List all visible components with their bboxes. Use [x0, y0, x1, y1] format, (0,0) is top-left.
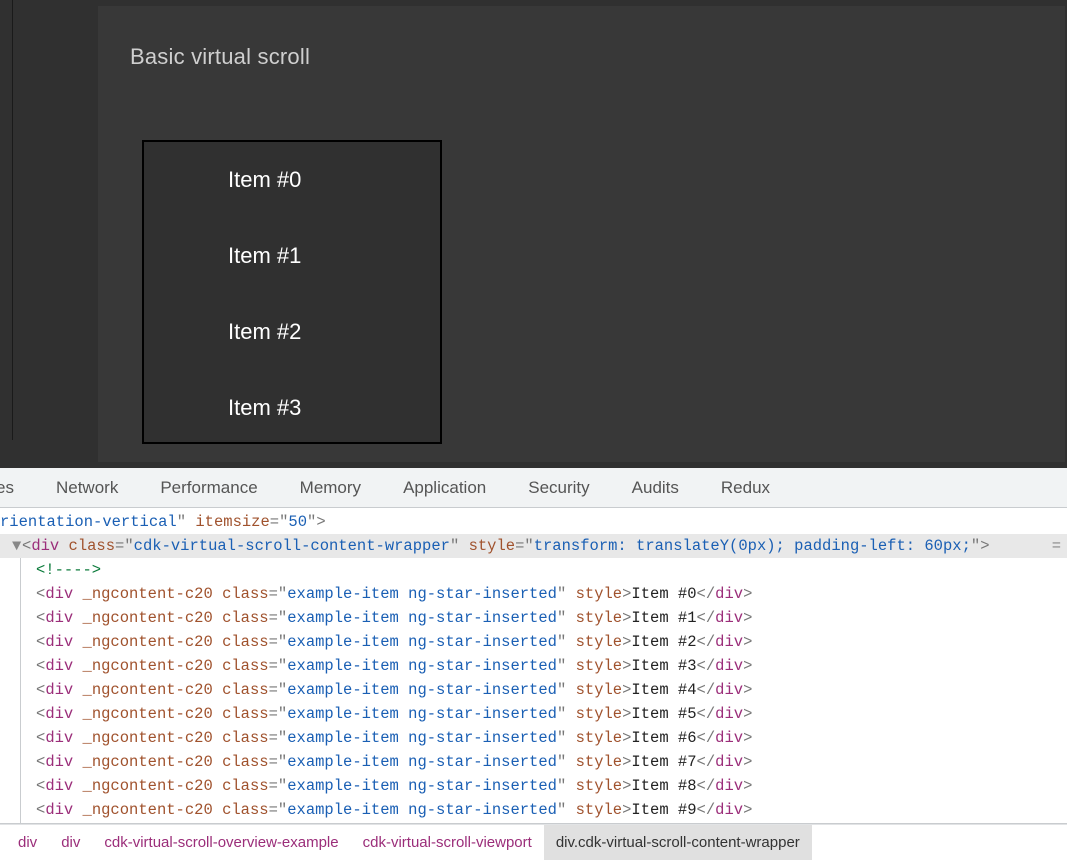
tab-network[interactable]: Network — [56, 478, 118, 498]
code-line-item[interactable]: <div _ngcontent-c20 class="example-item … — [0, 702, 1067, 726]
virtual-scroll-viewport[interactable]: Item #0 Item #1 Item #2 Item #3 — [142, 140, 442, 444]
list-item: Item #3 — [204, 370, 440, 444]
breadcrumb-item[interactable]: cdk-virtual-scroll-overview-example — [92, 825, 350, 860]
app-region: Basic virtual scroll Item #0 Item #1 Ite… — [0, 0, 1067, 468]
devtools-tabs: es Network Performance Memory Applicatio… — [0, 468, 1067, 508]
code-line-item[interactable]: <div _ngcontent-c20 class="example-item … — [0, 726, 1067, 750]
breadcrumb: div div cdk-virtual-scroll-overview-exam… — [0, 824, 1067, 860]
code-line-item[interactable]: <div _ngcontent-c20 class="example-item … — [0, 774, 1067, 798]
tab-redux[interactable]: Redux — [721, 478, 770, 498]
elements-panel[interactable]: rientation-vertical" itemsize="50">▼<div… — [0, 508, 1067, 824]
code-line-item[interactable]: <div _ngcontent-c20 class="example-item … — [0, 582, 1067, 606]
tab-performance[interactable]: Performance — [160, 478, 257, 498]
list-item: Item #2 — [204, 294, 440, 370]
breadcrumb-item[interactable]: div — [49, 825, 92, 860]
code-line-item[interactable]: <div _ngcontent-c20 class="example-item … — [0, 798, 1067, 822]
code-line-item[interactable]: <div _ngcontent-c20 class="example-item … — [0, 654, 1067, 678]
code-line-item[interactable]: <div _ngcontent-c20 class="example-item … — [0, 678, 1067, 702]
breadcrumb-item[interactable]: div — [6, 825, 49, 860]
code-line-item[interactable]: <div _ngcontent-c20 class="example-item … — [0, 606, 1067, 630]
code-line-item[interactable]: <div _ngcontent-c20 class="example-item … — [0, 750, 1067, 774]
list-item: Item #0 — [204, 142, 440, 218]
tab-sources-cut[interactable]: es — [0, 478, 14, 498]
code-line-comment[interactable]: <!----> — [0, 558, 1067, 582]
breadcrumb-item-selected[interactable]: div.cdk-virtual-scroll-content-wrapper — [544, 825, 812, 860]
list-item: Item #1 — [204, 218, 440, 294]
tree-guide — [20, 536, 21, 823]
tab-security[interactable]: Security — [528, 478, 589, 498]
tab-application[interactable]: Application — [403, 478, 486, 498]
code-line-viewport[interactable]: rientation-vertical" itemsize="50"> — [0, 510, 1067, 534]
virtual-scroll-content: Item #0 Item #1 Item #2 Item #3 — [144, 142, 440, 444]
tab-memory[interactable]: Memory — [300, 478, 361, 498]
code-line-wrapper[interactable]: ▼<div class="cdk-virtual-scroll-content-… — [0, 534, 1067, 558]
app-card: Basic virtual scroll Item #0 Item #1 Ite… — [98, 6, 1065, 462]
breadcrumb-item[interactable]: cdk-virtual-scroll-viewport — [351, 825, 544, 860]
tab-audits[interactable]: Audits — [632, 478, 679, 498]
left-gutter — [0, 0, 13, 440]
page-title: Basic virtual scroll — [98, 6, 1065, 70]
code-line-item[interactable]: <div _ngcontent-c20 class="example-item … — [0, 630, 1067, 654]
